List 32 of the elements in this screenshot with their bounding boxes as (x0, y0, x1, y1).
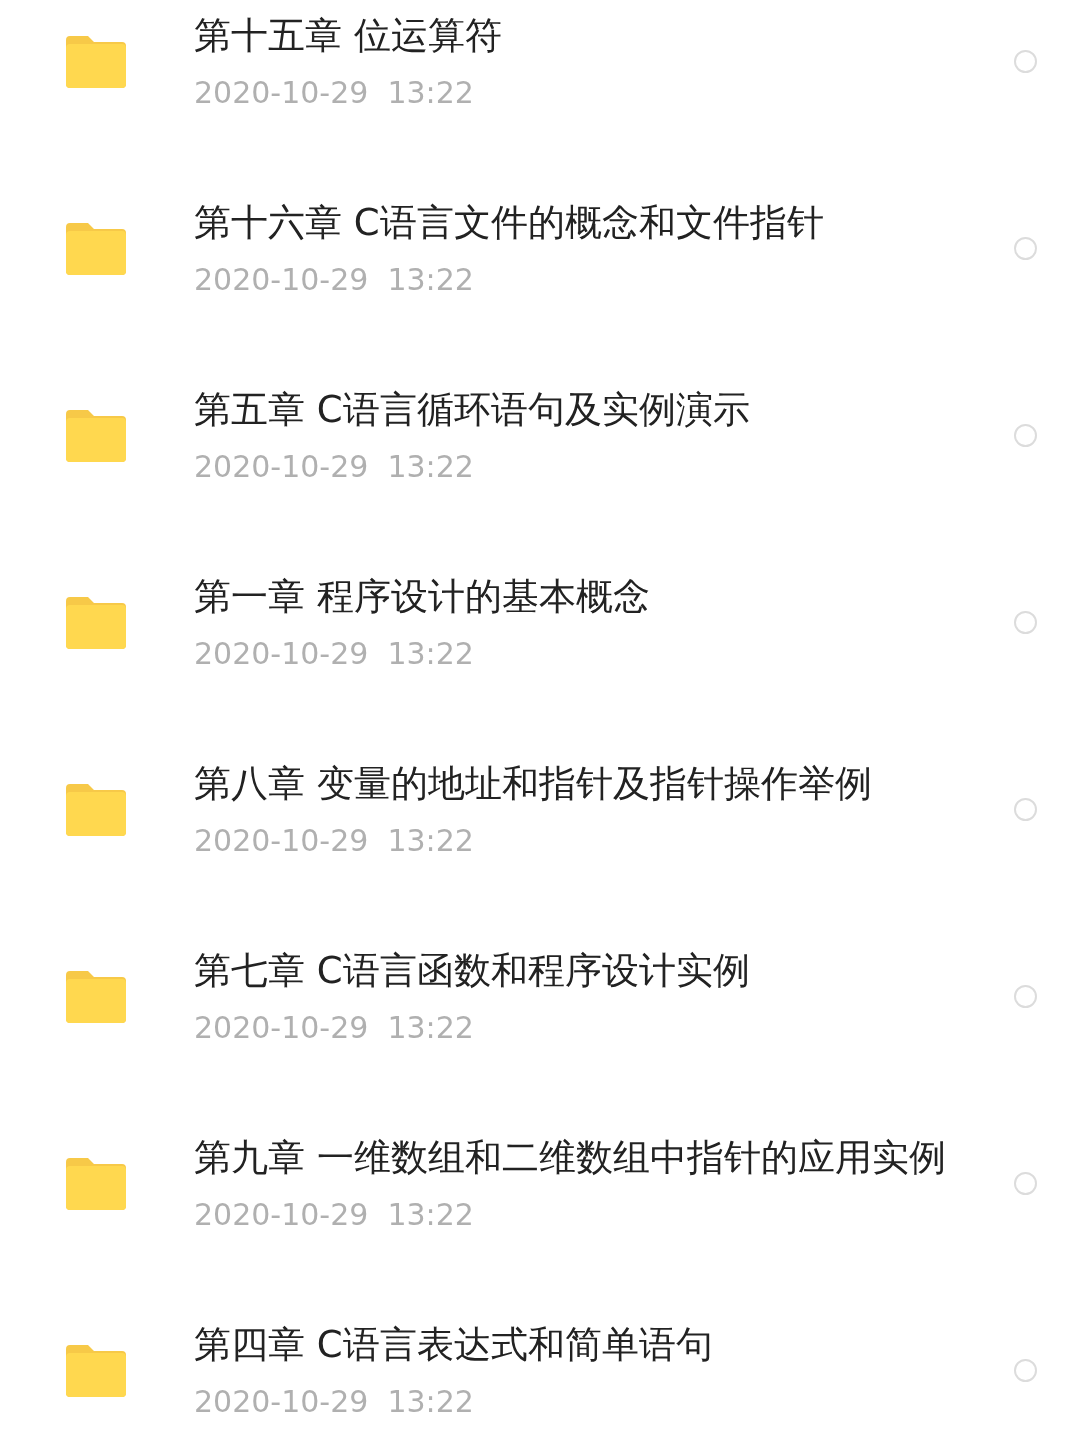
file-name[interactable]: 第五章 C语言循环语句及实例演示 (194, 384, 946, 435)
folder-icon (66, 222, 126, 275)
modified-date: 2020-10-29 13:22 (194, 74, 475, 112)
select-checkbox[interactable] (1014, 611, 1037, 634)
folder-icon (66, 1157, 126, 1210)
file-name[interactable]: 第十六章 C语言文件的概念和文件指针 (194, 197, 946, 248)
file-name[interactable]: 第七章 C语言函数和程序设计实例 (194, 945, 946, 996)
select-checkbox[interactable] (1014, 424, 1037, 447)
modified-date: 2020-10-29 13:22 (194, 1383, 475, 1421)
folder-icon (66, 783, 126, 836)
select-checkbox[interactable] (1014, 985, 1037, 1008)
file-name[interactable]: 第四章 C语言表达式和简单语句 (194, 1319, 946, 1370)
file-name[interactable]: 第十五章 位运算符 (194, 10, 946, 61)
folder-icon (66, 970, 126, 1023)
folder-icon (66, 409, 126, 462)
file-name[interactable]: 第八章 变量的地址和指针及指针操作举例 (194, 758, 946, 809)
select-checkbox[interactable] (1014, 237, 1037, 260)
select-checkbox[interactable] (1014, 50, 1037, 73)
modified-date: 2020-10-29 13:22 (194, 1196, 475, 1234)
modified-date: 2020-10-29 13:22 (194, 261, 475, 299)
select-checkbox[interactable] (1014, 1172, 1037, 1195)
modified-date: 2020-10-29 13:22 (194, 1009, 475, 1047)
modified-date: 2020-10-29 13:22 (194, 448, 475, 486)
folder-icon (66, 596, 126, 649)
folder-icon (66, 35, 126, 88)
select-checkbox[interactable] (1014, 1359, 1037, 1382)
file-name[interactable]: 第九章 一维数组和二维数组中指针的应用实例 (194, 1132, 946, 1183)
modified-date: 2020-10-29 13:22 (194, 635, 475, 673)
file-name[interactable]: 第一章 程序设计的基本概念 (194, 571, 946, 622)
modified-date: 2020-10-29 13:22 (194, 822, 475, 860)
folder-icon (66, 1344, 126, 1397)
select-checkbox[interactable] (1014, 798, 1037, 821)
